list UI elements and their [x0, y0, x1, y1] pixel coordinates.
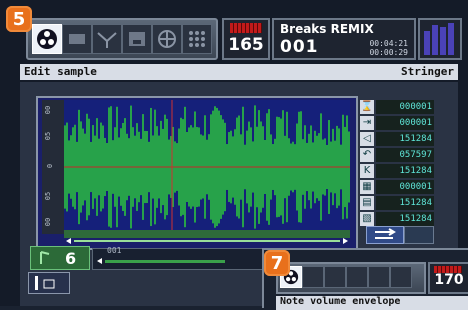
second-toolbar: [276, 262, 426, 294]
envelope-tool-button[interactable]: [324, 266, 346, 288]
k-icon: K: [360, 164, 374, 178]
second-bpm-value: 170: [434, 272, 464, 288]
sample-tool-button[interactable]: [62, 24, 92, 54]
counter-row[interactable]: K 151284: [360, 164, 434, 178]
time-total: 00:00:29: [369, 48, 408, 57]
counter-row[interactable]: ▧ 151284: [360, 212, 434, 226]
counter-value: 000001: [376, 100, 434, 114]
sample-icon: [69, 34, 85, 44]
scale-label: 0: [46, 163, 55, 169]
song-info-display: Breaks REMIX 001 00:04:21 00:00:29: [272, 18, 416, 60]
meter-bar: [424, 31, 430, 55]
amplitude-scale: 00 05 0 05 00: [42, 100, 64, 234]
counter-value: 000001: [376, 180, 434, 194]
second-screenshot: 170 Note volume envelope: [262, 248, 468, 310]
grid-tool-button[interactable]: [390, 266, 412, 288]
scroll-left-icon: [66, 238, 71, 244]
track-number: 6: [65, 249, 77, 268]
second-editor-header: Note volume envelope: [276, 296, 468, 310]
instrument-button[interactable]: [28, 272, 70, 294]
waveform-graphic: [64, 100, 350, 234]
counter-value: 151284: [376, 164, 434, 178]
loop-icon: [375, 228, 396, 239]
step-icon: ⇥: [360, 116, 374, 130]
waveform-scrollbar[interactable]: [64, 230, 350, 244]
counter-row[interactable]: ↶ 057597: [360, 148, 434, 162]
meter-bar: [448, 23, 454, 55]
wheel-tool-button[interactable]: [368, 266, 390, 288]
scroll-thumb[interactable]: [74, 240, 340, 242]
instrument-icon: [35, 276, 55, 290]
pattern-number: 001: [280, 37, 319, 57]
wheel-icon: [158, 30, 176, 48]
mini-left-icon: [97, 258, 102, 264]
save-tool-button[interactable]: [122, 24, 152, 54]
envelope-icon: [97, 32, 117, 48]
loop-back-icon: ↶: [360, 148, 374, 162]
counter-row[interactable]: ◁ 151284: [360, 132, 434, 146]
envelope-tool-button[interactable]: [92, 24, 122, 54]
mini-sample-track[interactable]: 001: [92, 246, 264, 270]
output-level-meter: [418, 18, 462, 60]
scroll-right-icon: [343, 238, 348, 244]
top-toolbar: [26, 18, 218, 60]
app-frame: 5 165 Breaks REMIX 001 00:04:21 00:00:29…: [0, 0, 468, 310]
scale-label: 05: [44, 131, 53, 141]
meter-bar: [440, 27, 446, 55]
track-selector[interactable]: 6: [30, 246, 90, 270]
effect-label: Stringer: [401, 65, 454, 78]
waveform-view[interactable]: [64, 100, 350, 234]
grid-tool-button[interactable]: [182, 24, 212, 54]
counter-value: 000001: [376, 116, 434, 130]
pattern-icon: ▧: [360, 212, 374, 226]
speaker-icon: ◁: [360, 132, 374, 146]
bpm-display: 165: [222, 18, 270, 60]
step-badge-5: 5: [6, 6, 32, 32]
mini-progress: [105, 260, 225, 263]
counter-row[interactable]: ⌛ 000001: [360, 100, 434, 114]
loop-toggle-button[interactable]: [366, 226, 404, 244]
editor-header: Edit sample Stringer: [20, 64, 458, 80]
bpm-led-meter: [230, 23, 262, 33]
scale-label: 00: [44, 105, 53, 115]
grid-icon: [189, 31, 205, 47]
counter-row[interactable]: ▦ 000001: [360, 180, 434, 194]
wheel-tool-button[interactable]: [152, 24, 182, 54]
save-icon: [129, 32, 145, 46]
counter-value: 057597: [376, 148, 434, 162]
step-badge-7: 7: [264, 250, 290, 276]
counter-value: 151284: [376, 132, 434, 146]
end-icon: ▤: [360, 196, 374, 210]
disc-icon: [37, 29, 57, 49]
mode-label: Edit sample: [24, 65, 97, 78]
counter-row[interactable]: ⇥ 000001: [360, 116, 434, 130]
time-elapsed: 00:04:21: [369, 39, 408, 48]
x-icon: ⌛: [360, 100, 374, 114]
corner-button[interactable]: [404, 226, 434, 244]
scale-label: 05: [44, 191, 53, 201]
counter-value: 151284: [376, 212, 434, 226]
second-bpm-display: 170: [428, 262, 468, 294]
meter-bar: [432, 25, 438, 55]
counter-row[interactable]: ▤ 151284: [360, 196, 434, 210]
start-icon: ▦: [360, 180, 374, 194]
bpm-value: 165: [228, 35, 264, 55]
second-mode-label: Note volume envelope: [280, 296, 401, 307]
save-tool-button[interactable]: [346, 266, 368, 288]
song-title: Breaks REMIX: [280, 22, 374, 36]
disc-tool-button[interactable]: [32, 24, 62, 54]
note-icon: [40, 251, 50, 264]
sample-tool-button[interactable]: [302, 266, 324, 288]
scale-label: 00: [44, 217, 53, 227]
counter-value: 151284: [376, 196, 434, 210]
